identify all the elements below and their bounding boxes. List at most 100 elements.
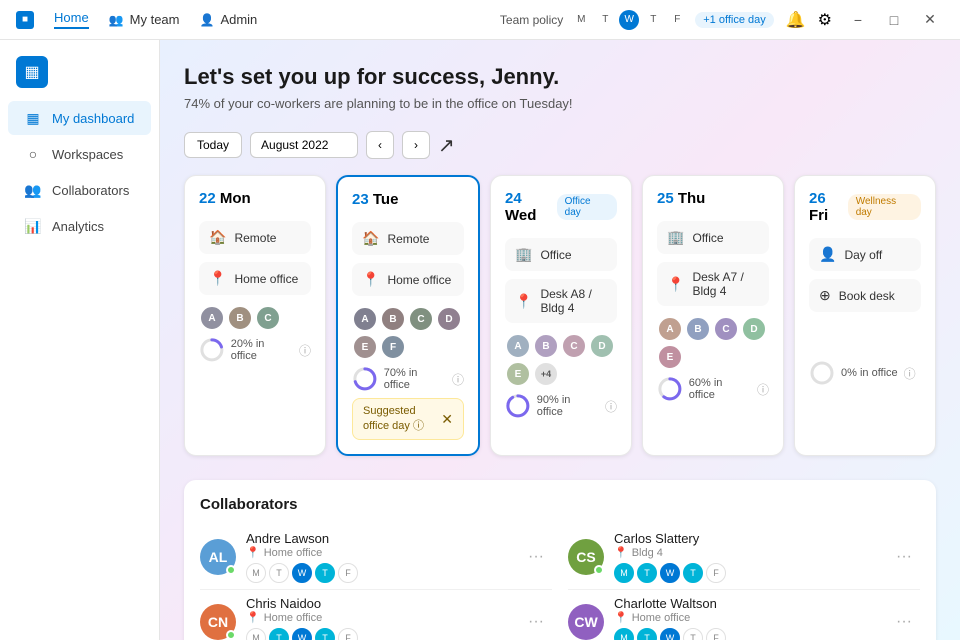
- location-label-home-mon: Home office: [234, 272, 298, 286]
- cursor-icon: ↗: [438, 133, 455, 158]
- minimize-button[interactable]: −: [844, 6, 872, 34]
- avatar-1-thu: A: [657, 316, 683, 342]
- day-W-chris: W: [292, 628, 312, 640]
- avatar-5-tue: E: [352, 334, 378, 360]
- collaborators-right: CS Carlos Slattery 📍 Bldg 4 M T: [568, 525, 920, 640]
- pct-ring-wed: [505, 393, 531, 419]
- day-card-thu: 25 Thu 🏢 Office 📍 Desk A7 / Bldg 4 A B C…: [642, 175, 784, 456]
- info-icon-fri: ⓘ: [904, 365, 916, 382]
- collab-info-andre: Andre Lawson 📍 Home office M T W T F: [246, 531, 520, 583]
- tab-home[interactable]: Home: [54, 10, 89, 29]
- title-bar-right: Team policy M T W T F +1 office day 🔔 ⚙ …: [500, 6, 944, 34]
- day-card-wed: 24 Wed Office day 🏢 Office 📍 Desk A8 / B…: [490, 175, 632, 456]
- next-arrow[interactable]: ›: [402, 131, 430, 159]
- info-icon-thu: ⓘ: [757, 381, 769, 398]
- pct-ring-thu: [657, 376, 683, 402]
- pct-ring-fri: [809, 360, 835, 386]
- maximize-button[interactable]: □: [880, 6, 908, 34]
- workspaces-icon: ○: [24, 145, 42, 163]
- month-select-wrap: August 2022: [250, 132, 358, 158]
- collaborator-row-charlotte: CW Charlotte Waltson 📍 Home office M T: [568, 590, 920, 640]
- day-date-mon: 22 Mon: [199, 190, 251, 207]
- collab-name-andre: Andre Lawson: [246, 531, 520, 546]
- office-day-badge-wed: Office day: [557, 194, 617, 220]
- dayoff-icon-fri: 👤: [819, 246, 836, 263]
- collab-name-carlos: Carlos Slattery: [614, 531, 888, 546]
- day-date-thu: 25 Thu: [657, 190, 705, 207]
- online-dot-carlos: [594, 565, 604, 575]
- day-F-chris: F: [338, 628, 358, 640]
- suggestion-close[interactable]: ✕: [441, 411, 453, 428]
- day-date-fri: 26 Fri: [809, 190, 848, 224]
- app-logo: ■: [16, 11, 34, 29]
- tab-home-label: Home: [54, 10, 89, 25]
- month-select[interactable]: August 2022: [250, 132, 358, 158]
- today-button[interactable]: Today: [184, 132, 242, 158]
- sidebar-item-workspaces-label: Workspaces: [52, 147, 123, 162]
- avatar-2-tue: B: [380, 306, 406, 332]
- collab-days-charlotte: M T W T F: [614, 628, 888, 640]
- day-num-mon: 22: [199, 190, 216, 207]
- policy-days: M T W T F: [571, 10, 687, 30]
- avatar-5-wed: E: [505, 361, 531, 387]
- day-card-tue: 23 Tue 🏠 Remote 📍 Home office A B C D E: [336, 175, 480, 456]
- avatar-4-tue: D: [436, 306, 462, 332]
- avatar-1-wed: A: [505, 333, 531, 359]
- sidebar-item-collaborators-label: Collaborators: [52, 183, 129, 198]
- settings-icon[interactable]: ⚙: [818, 10, 832, 30]
- day-T1-carlos: T: [637, 563, 657, 583]
- prev-arrow[interactable]: ‹: [366, 131, 394, 159]
- day-date-tue: 23 Tue: [352, 191, 398, 208]
- avatars-fri-empty: [809, 320, 921, 356]
- tab-admin[interactable]: 👤 Admin: [199, 12, 257, 27]
- location-label-desk-thu: Desk A7 / Bldg 4: [692, 270, 759, 298]
- day-T2-andre: T: [315, 563, 335, 583]
- day-card-wed-header: 24 Wed Office day: [505, 190, 617, 224]
- avatar-1-mon: A: [199, 305, 225, 331]
- sidebar-item-dashboard[interactable]: ▦ My dashboard: [8, 101, 151, 135]
- policy-day-W: W: [619, 10, 639, 30]
- day-M-charlotte: M: [614, 628, 634, 640]
- location-label-desk-wed: Desk A8 / Bldg 4: [540, 287, 607, 315]
- location-icon-andre: 📍: [246, 546, 260, 559]
- notifications-icon[interactable]: 🔔: [786, 10, 806, 30]
- tab-my-team[interactable]: 👥 My team: [109, 12, 180, 27]
- location-bookdesk-fri[interactable]: ⊕ Book desk: [809, 279, 921, 312]
- day-card-mon-header: 22 Mon: [199, 190, 311, 207]
- more-btn-chris[interactable]: ···: [520, 609, 552, 635]
- location-office-wed: 🏢 Office: [505, 238, 617, 271]
- office-pct-wed: 90% in office ⓘ: [505, 393, 617, 419]
- pct-label-wed: 90% in office: [537, 394, 599, 418]
- title-bar: ■ Home 👥 My team 👤 Admin Team policy M T…: [0, 0, 960, 40]
- sidebar-item-analytics[interactable]: 📊 Analytics: [8, 209, 151, 243]
- location-label-remote-mon: Remote: [234, 231, 276, 245]
- sidebar-item-collaborators[interactable]: 👥 Collaborators: [8, 173, 151, 207]
- sidebar-item-workspaces[interactable]: ○ Workspaces: [8, 137, 151, 171]
- avatar-3-mon: C: [255, 305, 281, 331]
- more-btn-andre[interactable]: ···: [520, 544, 552, 570]
- day-card-tue-header: 23 Tue: [352, 191, 464, 208]
- policy-day-M: M: [571, 10, 591, 30]
- avatar-3-tue: C: [408, 306, 434, 332]
- sidebar-item-analytics-label: Analytics: [52, 219, 104, 234]
- day-W-carlos: W: [660, 563, 680, 583]
- pin-icon-wed: 📍: [515, 293, 532, 310]
- pin-icon-thu: 📍: [667, 276, 684, 293]
- pct-ring-tue: [352, 366, 378, 392]
- more-btn-charlotte[interactable]: ···: [888, 609, 920, 635]
- location-text-chris: Home office: [264, 612, 323, 624]
- info-icon-wed: ⓘ: [605, 398, 617, 415]
- day-card-thu-header: 25 Thu: [657, 190, 769, 207]
- tab-admin-icon: 👤: [199, 13, 214, 27]
- office-icon-wed: 🏢: [515, 246, 532, 263]
- day-F-carlos: F: [706, 563, 726, 583]
- close-button[interactable]: ✕: [916, 6, 944, 34]
- day-card-fri-header: 26 Fri Wellness day: [809, 190, 921, 224]
- collab-name-chris: Chris Naidoo: [246, 596, 520, 611]
- main-layout: ▦ ▦ My dashboard ○ Workspaces 👥 Collabor…: [0, 40, 960, 640]
- avatars-tue: A B C D E F: [352, 306, 464, 360]
- more-btn-carlos[interactable]: ···: [888, 544, 920, 570]
- tab-my-team-icon: 👥: [109, 13, 124, 27]
- day-M-chris: M: [246, 628, 266, 640]
- day-W-charlotte: W: [660, 628, 680, 640]
